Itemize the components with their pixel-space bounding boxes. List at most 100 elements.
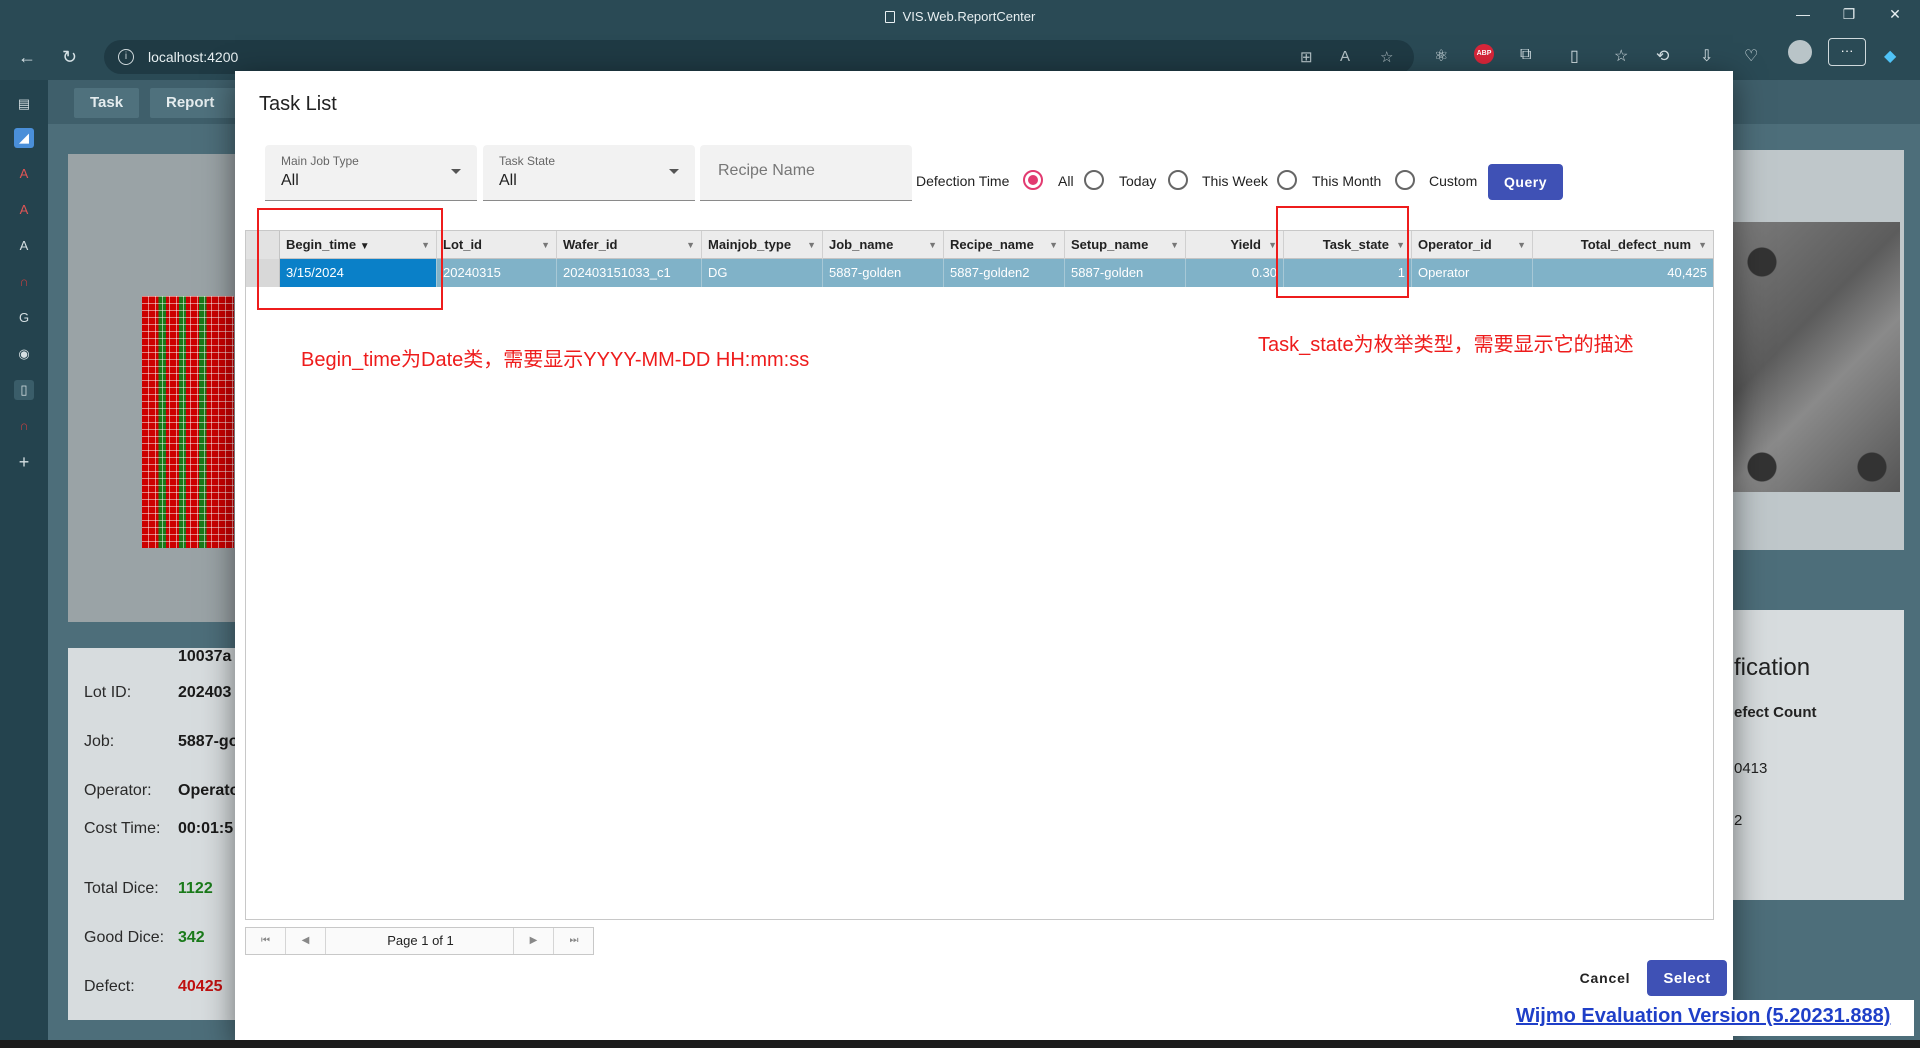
back-icon[interactable]: ← <box>18 47 36 68</box>
cell-total-defect-num[interactable]: 40,425 <box>1533 259 1713 287</box>
dialog-title: Task List <box>259 93 337 115</box>
settings-more-button[interactable]: ··· <box>1828 38 1866 66</box>
filter-icon[interactable]: ▼ <box>928 231 937 259</box>
performance-icon[interactable]: ♡ <box>1744 46 1758 66</box>
table-row[interactable]: 3/15/2024 20240315 202403151033_c1 DG 58… <box>246 259 1713 287</box>
defect-image <box>1732 222 1900 492</box>
site-info-icon[interactable]: i <box>118 49 134 65</box>
first-page-icon[interactable]: ⏮ <box>246 928 286 954</box>
info-label: Lot ID: <box>84 684 132 701</box>
angular-tab-icon-3[interactable]: A <box>14 236 34 256</box>
column-header-yield[interactable]: Yield ▼ <box>1186 231 1284 259</box>
document-tab-icon[interactable]: ▯ <box>14 380 34 400</box>
filter-icon[interactable]: ▼ <box>1170 231 1179 259</box>
radio-custom-label[interactable]: Custom <box>1429 173 1477 189</box>
main-job-type-value: All <box>281 172 299 189</box>
angular-tab-icon[interactable]: A <box>14 164 34 184</box>
next-page-icon[interactable]: ▶ <box>514 928 554 954</box>
column-header-job-name[interactable]: Job_name ▼ <box>823 231 944 259</box>
google-tab-icon[interactable]: G <box>14 308 34 328</box>
info-label: Job: <box>84 733 115 750</box>
angular-tab-icon-2[interactable]: A <box>14 200 34 220</box>
cancel-button[interactable]: Cancel <box>1565 960 1645 996</box>
column-header-operator-id[interactable]: Operator_id ▼ <box>1412 231 1533 259</box>
cell-setup-name[interactable]: 5887-golden <box>1065 259 1186 287</box>
address-bar[interactable]: i localhost:4200 ⊞ A ☆ <box>104 40 1414 74</box>
radio-this-week[interactable] <box>1168 170 1188 190</box>
column-header-recipe-name[interactable]: Recipe_name ▼ <box>944 231 1065 259</box>
favorite-star-icon[interactable]: ☆ <box>1380 48 1393 66</box>
app-available-icon[interactable]: ⊞ <box>1300 48 1313 66</box>
column-header-total-defect-num[interactable]: Total_defect_num ▼ <box>1533 231 1713 259</box>
close-window-button[interactable]: ✕ <box>1872 6 1918 23</box>
radio-this-month[interactable] <box>1277 170 1297 190</box>
filter-icon[interactable]: ▼ <box>541 231 550 259</box>
radio-all[interactable] <box>1023 170 1043 190</box>
minimize-button[interactable]: — <box>1780 6 1826 22</box>
cell-wafer-id[interactable]: 202403151033_c1 <box>557 259 702 287</box>
github-tab-icon[interactable]: ◉ <box>14 344 34 364</box>
radio-custom[interactable] <box>1395 170 1415 190</box>
extensions-icon[interactable]: ⧉ <box>1520 46 1531 64</box>
adblock-icon[interactable]: ABP <box>1474 44 1494 64</box>
cell-yield[interactable]: 0.30 <box>1186 259 1284 287</box>
window-title: VIS.Web.ReportCenter <box>0 9 1920 24</box>
defect-count-value: 0413 <box>1734 760 1768 777</box>
radio-today[interactable] <box>1084 170 1104 190</box>
column-header-mainjob-type[interactable]: Mainjob_type ▼ <box>702 231 823 259</box>
main-job-type-select[interactable]: Main Job Type All <box>265 145 477 201</box>
favorites-icon[interactable]: ☆ <box>1614 46 1628 66</box>
classification-title: fication <box>1734 654 1811 681</box>
task-state-value: All <box>499 172 517 189</box>
new-tab-icon[interactable]: + <box>14 452 34 472</box>
info-value: Operato <box>178 782 236 799</box>
downloads-icon[interactable]: ⇩ <box>1700 46 1713 66</box>
tab-icon-red-2[interactable]: ∩ <box>14 416 34 436</box>
tab-actions-icon[interactable]: ▤ <box>14 94 34 114</box>
wijmo-evaluation-link[interactable]: Wijmo Evaluation Version (5.20231.888) <box>1516 1005 1890 1028</box>
cell-recipe-name[interactable]: 5887-golden2 <box>944 259 1065 287</box>
defection-time-label: Defection Time <box>916 173 1010 189</box>
active-tab-icon[interactable]: ◢ <box>14 128 34 148</box>
split-screen-icon[interactable]: ▯ <box>1570 46 1579 66</box>
last-page-icon[interactable]: ⏭ <box>554 928 594 954</box>
url-text[interactable]: localhost:4200 <box>148 49 238 65</box>
copilot-icon[interactable]: ◆ <box>1884 46 1896 66</box>
select-button[interactable]: Select <box>1647 960 1727 996</box>
info-label: Cost Time: <box>84 820 161 837</box>
column-header-wafer-id[interactable]: Wafer_id ▼ <box>557 231 702 259</box>
profile-avatar[interactable] <box>1788 40 1812 64</box>
cell-job-name[interactable]: 5887-golden <box>823 259 944 287</box>
bg-tab-report[interactable]: Report Ex <box>150 88 240 118</box>
task-state-select[interactable]: Task State All <box>483 145 695 201</box>
tab-icon-red[interactable]: ∩ <box>14 272 34 292</box>
annotation-task-state-note: Task_state为枚举类型，需要显示它的描述 <box>1258 334 1634 356</box>
task-state-label: Task State <box>499 154 556 168</box>
filter-icon[interactable]: ▼ <box>1517 231 1526 259</box>
query-button[interactable]: Query <box>1488 164 1563 200</box>
column-header-setup-name[interactable]: Setup_name ▼ <box>1065 231 1186 259</box>
radio-today-label[interactable]: Today <box>1119 173 1156 189</box>
filter-icon[interactable]: ▼ <box>807 231 816 259</box>
radio-this-week-label[interactable]: This Week <box>1202 173 1268 189</box>
filter-icon[interactable]: ▼ <box>1049 231 1058 259</box>
cell-mainjob-type[interactable]: DG <box>702 259 823 287</box>
filter-icon[interactable]: ▼ <box>686 231 695 259</box>
prev-page-icon[interactable]: ◀ <box>286 928 326 954</box>
react-devtools-icon[interactable]: ⚛ <box>1434 46 1448 66</box>
annotation-box-begin-time <box>257 208 443 310</box>
radio-all-label[interactable]: All <box>1058 173 1074 189</box>
read-aloud-icon[interactable]: A <box>1340 48 1350 65</box>
cell-lot-id[interactable]: 20240315 <box>437 259 557 287</box>
recipe-name-field[interactable] <box>700 145 912 201</box>
restore-button[interactable]: ❐ <box>1826 6 1872 23</box>
radio-this-month-label[interactable]: This Month <box>1312 173 1381 189</box>
filter-icon[interactable]: ▼ <box>1698 231 1707 259</box>
column-header-lot-id[interactable]: Lot_id ▼ <box>437 231 557 259</box>
refresh-icon[interactable]: ↻ <box>62 47 77 68</box>
history-icon[interactable]: ⟲ <box>1656 46 1669 66</box>
cell-operator-id[interactable]: Operator <box>1412 259 1533 287</box>
recipe-name-input[interactable] <box>716 161 896 181</box>
bg-tab-task[interactable]: Task <box>74 88 140 118</box>
info-label: Total Dice: <box>84 880 159 897</box>
